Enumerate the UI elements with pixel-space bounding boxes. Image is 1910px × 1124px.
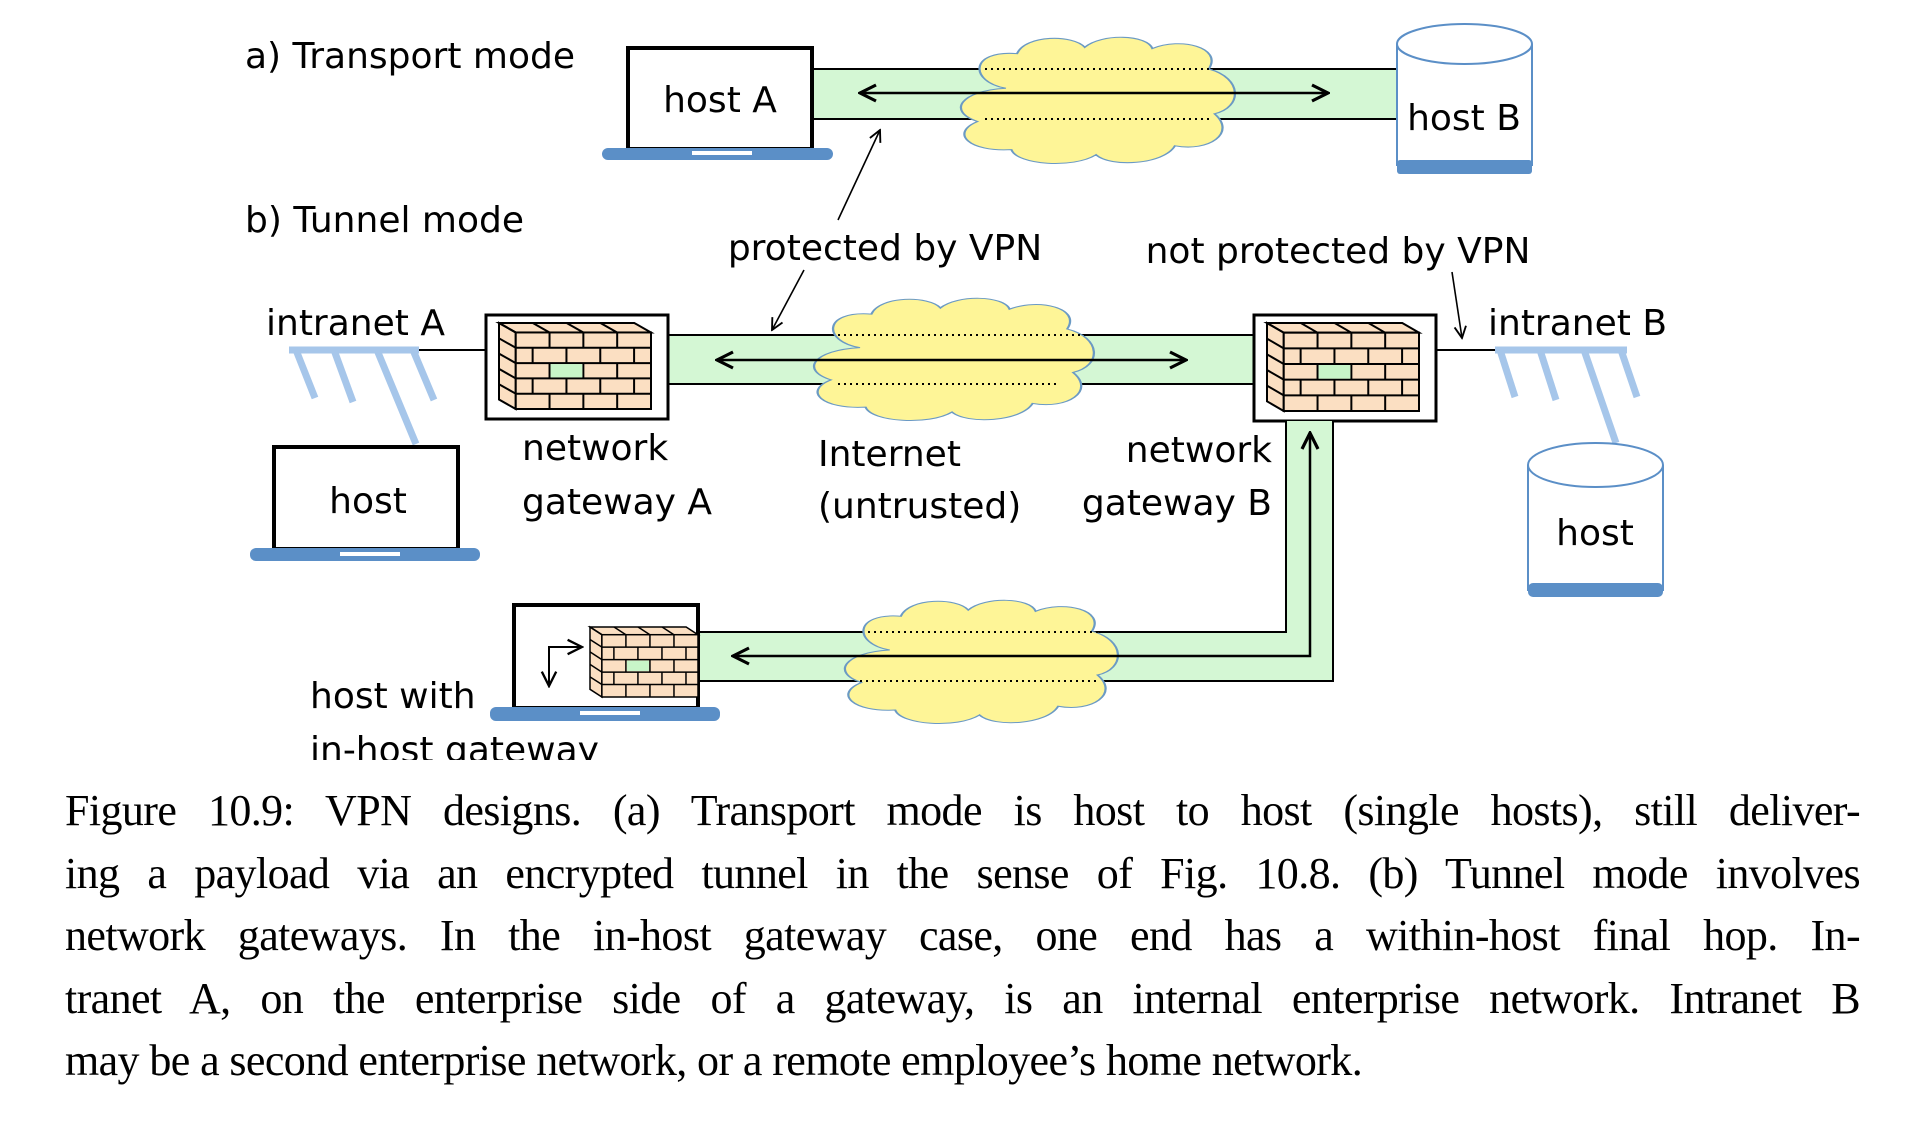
caption-line: may be a second enterprise network, or a… xyxy=(65,1036,1363,1085)
intranet-a-label: intranet A xyxy=(266,303,445,344)
caption-line: network gateways. In the in-host gateway… xyxy=(65,911,1861,960)
section-a-title: a) Transport mode xyxy=(245,36,575,77)
in-host-label-line1: host with xyxy=(310,676,476,717)
figure-caption: Figure 10.9: VPN designs. (a) Transport … xyxy=(65,780,1861,1093)
intranet-b-bus xyxy=(1495,346,1641,445)
internet-label-line1: Internet xyxy=(818,434,961,475)
firewall-icon xyxy=(495,321,655,411)
not-protected-pointer xyxy=(1451,271,1462,338)
vpn-diagram: a) Transport mode host A host B b) Tunne… xyxy=(245,0,1667,760)
firewall-icon xyxy=(587,625,701,699)
gateway-a-label-line2: gateway A xyxy=(522,482,712,523)
caption-line: tranet A, on the enterprise side of a ga… xyxy=(65,973,1861,1023)
protected-pointer-up xyxy=(837,130,880,221)
host-right-label: host xyxy=(1556,513,1634,554)
host-left-label: host xyxy=(329,481,407,522)
gateway-a-label-line1: network xyxy=(522,428,668,469)
host-b-label: host B xyxy=(1407,98,1521,139)
internet-cloud-in-host xyxy=(845,600,1118,723)
protected-by-vpn-label: protected by VPN xyxy=(728,228,1042,269)
gateway-b-label-line1: network xyxy=(1126,430,1272,471)
gateway-b-label-line2: gateway B xyxy=(1082,483,1272,524)
caption-line: ing a payload via an encrypted tunnel in… xyxy=(65,848,1861,898)
protected-pointer-down xyxy=(772,269,805,330)
not-protected-by-vpn-label: not protected by VPN xyxy=(1146,231,1531,272)
intranet-a-bus xyxy=(289,346,438,446)
firewall-icon xyxy=(1263,321,1423,413)
intranet-b-label: intranet B xyxy=(1488,303,1667,344)
internet-label-line2: (untrusted) xyxy=(818,486,1021,527)
internet-cloud-transport xyxy=(961,37,1235,163)
section-b-title: b) Tunnel mode xyxy=(245,200,524,241)
host-a-label: host A xyxy=(663,80,777,121)
in-host-label-line2: in-host gateway xyxy=(310,730,599,760)
caption-line: Figure 10.9: VPN designs. (a) Transport … xyxy=(65,786,1861,835)
